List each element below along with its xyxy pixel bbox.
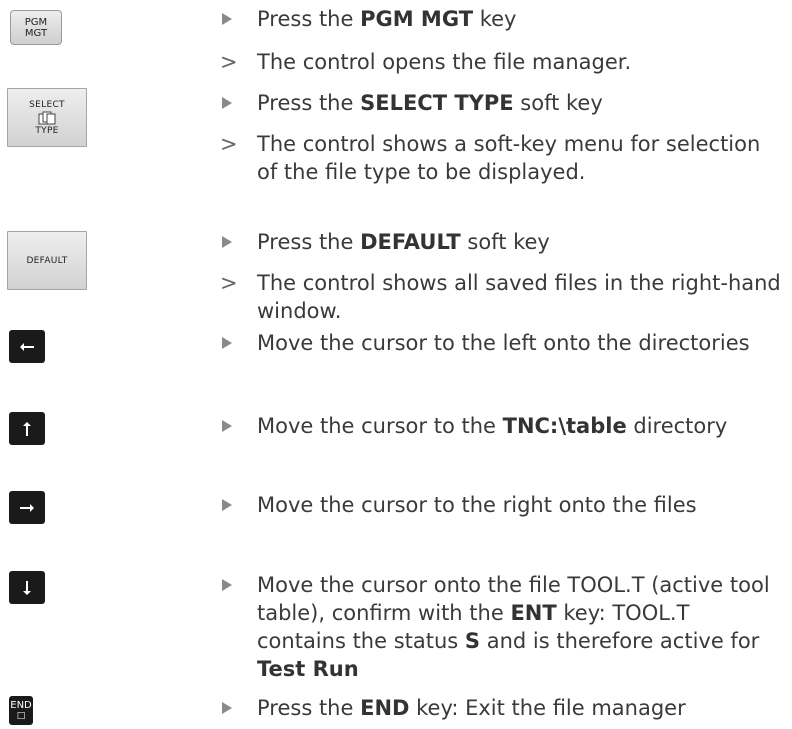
default-softkey[interactable]: DEFAULT [7, 231, 87, 290]
step-3-text: Press the DEFAULT soft key [257, 230, 550, 254]
step-8: Press the END key: Exit the file manager [215, 694, 784, 722]
step-7-text: Move the cursor onto the file TOOL.T (ac… [257, 573, 770, 681]
result-1-text: The control opens the file manager. [257, 50, 632, 74]
arrow-down-icon [23, 580, 31, 595]
result-3: > The control shows all saved files in t… [215, 269, 784, 325]
pgm-mgt-key-line1: PGM [24, 16, 48, 28]
action-marker-icon [222, 97, 232, 109]
result-marker: > [220, 132, 238, 156]
step-2-text: Press the SELECT TYPE soft key [257, 91, 603, 115]
step-1: Press the PGM MGT key [215, 5, 784, 33]
action-marker-icon [222, 579, 232, 591]
arrow-right-icon [20, 503, 34, 512]
step-8-text: Press the END key: Exit the file manager [257, 696, 686, 720]
arrow-up-key[interactable] [9, 412, 45, 445]
step-5-text: Move the cursor to the TNC:\table direct… [257, 414, 728, 438]
action-marker-icon [222, 420, 232, 432]
pgm-mgt-key-line2: MGT [24, 27, 48, 39]
select-type-label-top: SELECT [29, 99, 65, 110]
result-marker: > [220, 271, 238, 295]
default-softkey-label: DEFAULT [26, 255, 68, 266]
action-marker-icon [222, 499, 232, 511]
action-marker-icon [222, 337, 232, 349]
select-type-softkey[interactable]: SELECT TYPE [7, 88, 87, 147]
arrow-left-key[interactable] [9, 330, 45, 363]
step-3: Press the DEFAULT soft key [215, 228, 784, 256]
arrow-down-key[interactable] [9, 571, 45, 604]
result-marker: > [220, 50, 238, 74]
end-key-label: END [10, 699, 32, 711]
step-7: Move the cursor onto the file TOOL.T (ac… [215, 571, 784, 683]
result-1: > The control opens the file manager. [215, 48, 784, 76]
step-4: Move the cursor to the left onto the dir… [215, 329, 784, 357]
action-marker-icon [222, 13, 232, 25]
result-3-text: The control shows all saved files in the… [257, 271, 781, 323]
arrow-up-icon [23, 421, 31, 436]
step-5: Move the cursor to the TNC:\table direct… [215, 412, 784, 440]
result-2: > The control shows a soft-key menu for … [215, 130, 784, 186]
step-1-text: Press the PGM MGT key [257, 7, 517, 31]
pgm-mgt-key[interactable]: PGM MGT [10, 10, 62, 45]
files-icon [38, 111, 56, 124]
step-6: Move the cursor to the right onto the fi… [215, 491, 784, 519]
arrow-left-icon [20, 342, 34, 351]
step-6-text: Move the cursor to the right onto the fi… [257, 493, 697, 517]
end-key-square-icon: □ [16, 710, 26, 721]
action-marker-icon [222, 702, 232, 714]
result-2-text: The control shows a soft-key menu for se… [257, 132, 761, 184]
step-2: Press the SELECT TYPE soft key [215, 89, 784, 117]
action-marker-icon [222, 236, 232, 248]
select-type-label-bottom: TYPE [35, 125, 59, 136]
arrow-right-key[interactable] [9, 491, 45, 524]
end-key[interactable]: END □ [9, 696, 33, 725]
step-4-text: Move the cursor to the left onto the dir… [257, 331, 750, 355]
